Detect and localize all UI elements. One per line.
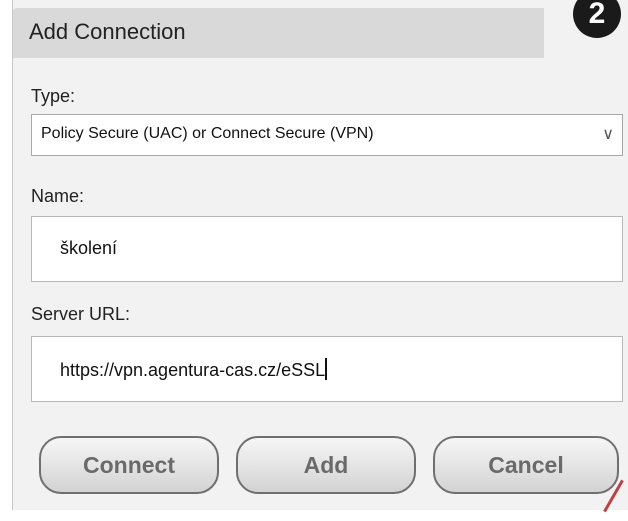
connect-button[interactable]: Connect [39, 436, 219, 494]
name-label: Name: [31, 186, 85, 206]
server-url-input-value: https://vpn.agentura-cas.cz/eSSL [60, 358, 328, 380]
type-select[interactable]: Policy Secure (UAC) or Connect Secure (V… [31, 114, 623, 156]
name-input[interactable]: školení [31, 216, 623, 282]
dialog-title: Add Connection [29, 19, 186, 44]
server-url-input[interactable]: https://vpn.agentura-cas.cz/eSSL [31, 336, 623, 402]
type-label: Type: [31, 86, 76, 106]
dialog-titlebar: Add Connection [13, 8, 544, 58]
add-button[interactable]: Add [236, 436, 416, 494]
type-selected-value: Policy Secure (UAC) or Connect Secure (V… [41, 125, 374, 142]
chevron-down-icon: ∨ [602, 126, 614, 143]
name-input-value: školení [60, 238, 118, 258]
add-connection-dialog: Add Connection Type: Policy Secure (UAC)… [12, 0, 628, 510]
server-url-label: Server URL: [31, 304, 131, 324]
cancel-button[interactable]: Cancel [433, 436, 619, 494]
text-cursor [325, 358, 328, 380]
